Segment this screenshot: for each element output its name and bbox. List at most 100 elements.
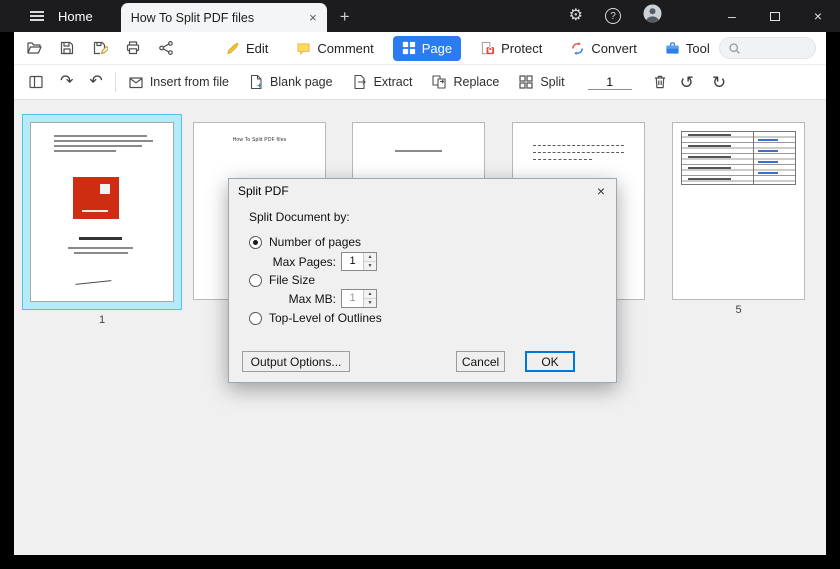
app-frame: Edit Comment Page Protect Convert Tool ↷… bbox=[14, 32, 826, 555]
tab-protect[interactable]: Protect bbox=[471, 36, 551, 61]
undo-icon[interactable]: ↶ bbox=[89, 74, 102, 90]
blank-page-icon bbox=[248, 74, 264, 90]
help-icon[interactable]: ? bbox=[605, 8, 622, 24]
tab-edit[interactable]: Edit bbox=[216, 36, 277, 61]
open-file-icon[interactable] bbox=[26, 40, 42, 56]
thumbnail-1-page bbox=[30, 122, 174, 302]
page-view-icon[interactable] bbox=[28, 74, 44, 90]
tab-close-icon[interactable]: × bbox=[309, 11, 317, 24]
tab-tool[interactable]: Tool bbox=[656, 36, 719, 61]
output-options-button[interactable]: Output Options... bbox=[242, 351, 350, 372]
dialog-close-icon[interactable]: × bbox=[595, 184, 607, 198]
delete-page-icon[interactable] bbox=[652, 74, 668, 90]
file-actions-group bbox=[26, 40, 174, 56]
replace-button[interactable]: Replace bbox=[431, 74, 499, 90]
tab-comment[interactable]: Comment bbox=[287, 36, 382, 61]
thumbnail-1-box[interactable] bbox=[22, 114, 182, 310]
radio-label-number-of-pages: Number of pages bbox=[269, 235, 362, 249]
max-mb-spinner-arrows[interactable]: ▲ ▼ bbox=[363, 290, 376, 307]
blank-page-label: Blank page bbox=[270, 75, 333, 89]
max-mb-spinner[interactable]: 1 ▲ ▼ bbox=[341, 289, 377, 308]
save-as-icon[interactable] bbox=[92, 40, 108, 56]
close-button[interactable]: × bbox=[814, 9, 822, 23]
dialog-body: Split Document by: Number of pages Max P… bbox=[229, 203, 616, 383]
rotate-left-icon[interactable]: ↺ bbox=[680, 74, 694, 91]
extract-icon bbox=[352, 74, 368, 90]
max-pages-row: Max Pages: 1 ▲ ▼ bbox=[229, 252, 377, 271]
thumbnail-5-label: 5 bbox=[735, 304, 742, 316]
spinner-down-icon[interactable]: ▼ bbox=[364, 262, 376, 270]
split-button[interactable]: Split bbox=[518, 74, 565, 90]
minimize-button[interactable]: – bbox=[728, 9, 736, 23]
share-icon[interactable] bbox=[158, 40, 174, 56]
dialog-titlebar[interactable]: Split PDF × bbox=[229, 179, 616, 203]
text-line bbox=[53, 135, 148, 137]
thumbnail-5-box[interactable] bbox=[672, 122, 805, 300]
table-cell-line bbox=[757, 150, 779, 152]
radio-icon-file-size bbox=[249, 273, 262, 287]
radio-file-size[interactable]: File Size bbox=[249, 273, 315, 287]
blank-page-button[interactable]: Blank page bbox=[248, 74, 333, 90]
table-cell-line bbox=[687, 177, 731, 180]
table-cell-line bbox=[757, 161, 779, 163]
max-mb-row: Max MB: 1 ▲ ▼ bbox=[229, 289, 377, 308]
insert-from-file-icon bbox=[128, 74, 144, 90]
thumbnail-1-label: 1 bbox=[98, 314, 106, 326]
radio-label-file-size: File Size bbox=[269, 273, 316, 287]
search-input[interactable] bbox=[746, 41, 807, 55]
settings-gear-icon[interactable]: ⚙ bbox=[569, 8, 583, 24]
max-pages-spinner[interactable]: 1 ▲ ▼ bbox=[341, 252, 377, 271]
home-button[interactable]: Home bbox=[58, 9, 93, 24]
max-pages-spinner-arrows[interactable]: ▲ ▼ bbox=[363, 253, 376, 270]
maximize-button[interactable] bbox=[769, 9, 780, 23]
spinner-down-icon[interactable]: ▼ bbox=[364, 299, 376, 307]
text-line bbox=[53, 145, 142, 147]
radio-icon-top-level-outlines bbox=[249, 311, 262, 325]
document-tab-title: How To Split PDF files bbox=[130, 10, 255, 25]
tab-page-label: Page bbox=[421, 40, 453, 56]
search-icon bbox=[728, 42, 741, 55]
toolbar-divider bbox=[114, 72, 116, 92]
print-icon[interactable] bbox=[125, 40, 141, 56]
window-controls: – × bbox=[728, 9, 822, 23]
split-pdf-dialog: Split PDF × Split Document by: Number of… bbox=[228, 178, 617, 383]
radio-number-of-pages[interactable]: Number of pages bbox=[249, 235, 361, 249]
table-cell-line bbox=[757, 139, 779, 141]
document-tab[interactable]: How To Split PDF files × bbox=[120, 3, 327, 32]
ok-button[interactable]: OK bbox=[525, 351, 575, 372]
tool-briefcase-icon bbox=[665, 41, 680, 56]
search-box[interactable] bbox=[718, 37, 816, 59]
tab-protect-label: Protect bbox=[501, 40, 543, 56]
table-cell-line bbox=[687, 155, 731, 158]
image-detail bbox=[100, 184, 110, 194]
table-cell-line bbox=[687, 133, 731, 136]
hamburger-menu-icon[interactable] bbox=[30, 11, 44, 21]
save-icon[interactable] bbox=[59, 40, 75, 56]
thumbnail-5-table bbox=[681, 131, 796, 185]
rotate-right-icon[interactable]: ↻ bbox=[712, 74, 726, 91]
text-line bbox=[532, 159, 592, 160]
spinner-up-icon[interactable]: ▲ bbox=[364, 253, 376, 262]
tab-comment-label: Comment bbox=[317, 40, 374, 56]
page-toolbar: ↷ ↶ Insert from file Blank page Extract … bbox=[14, 65, 826, 100]
page-grid-icon bbox=[402, 41, 416, 55]
app-window: Home How To Split PDF files × + ⚙ ? – × bbox=[0, 0, 840, 569]
text-line bbox=[53, 150, 117, 152]
extract-button[interactable]: Extract bbox=[352, 74, 412, 90]
history-group: ↷ ↶ bbox=[28, 74, 103, 90]
insert-from-file-button[interactable]: Insert from file bbox=[128, 74, 229, 90]
radio-icon-number-of-pages bbox=[249, 235, 262, 249]
user-avatar[interactable] bbox=[643, 4, 662, 28]
spinner-up-icon[interactable]: ▲ bbox=[364, 290, 376, 299]
image-caption-line bbox=[82, 210, 108, 212]
table-cell-line bbox=[687, 144, 731, 147]
new-tab-button[interactable]: + bbox=[340, 8, 350, 25]
cancel-button[interactable]: Cancel bbox=[456, 351, 505, 372]
maximize-icon bbox=[769, 12, 780, 21]
redo-icon[interactable]: ↷ bbox=[60, 74, 73, 90]
split-page-count-input[interactable] bbox=[587, 74, 632, 90]
radio-top-level-outlines[interactable]: Top-Level of Outlines bbox=[249, 311, 382, 325]
tab-convert[interactable]: Convert bbox=[561, 36, 646, 61]
tab-page[interactable]: Page bbox=[392, 35, 462, 61]
text-line bbox=[73, 252, 128, 254]
